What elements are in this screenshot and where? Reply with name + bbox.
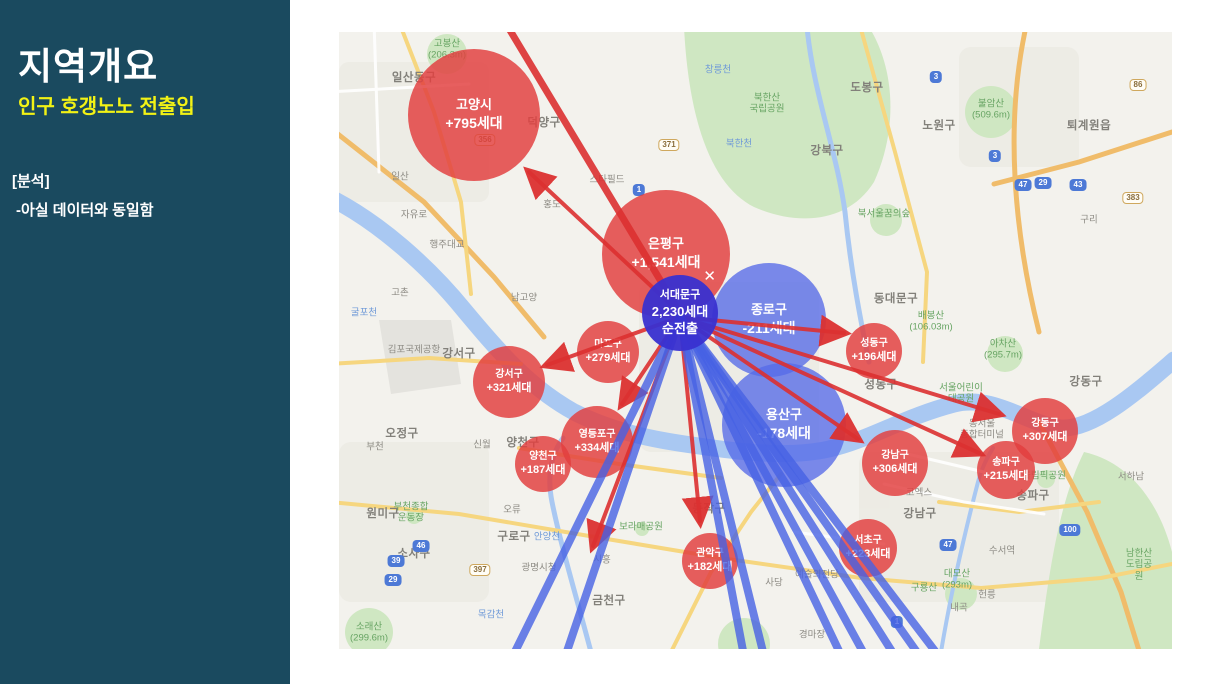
- migration-bubble[interactable]: 종로구 -211세대: [712, 263, 826, 377]
- close-icon[interactable]: ✕: [703, 267, 716, 287]
- bubble-name: 강동구: [1031, 418, 1059, 430]
- migration-bubble[interactable]: 성동구 +196세대: [846, 323, 902, 379]
- bubble-name: 관악구: [696, 548, 724, 560]
- bubble-value: -178세대: [757, 425, 811, 442]
- map-bubbles-layer: 고양시 +795세대 은평구 +1,541세대 마포구 +279세대 강서구 +321세대 양천…: [339, 32, 1172, 649]
- bubble-value: +1,541세대: [631, 254, 701, 271]
- bubble-name: 은평구: [648, 236, 684, 252]
- bubble-name: 고양시: [456, 97, 492, 113]
- map-canvas[interactable]: 일산동구고봉산 (206.3m)덕양구스타필드창릉천북한산 국립공원북한천도봉구…: [339, 32, 1172, 649]
- bubble-name: 양천구: [529, 451, 557, 463]
- bubble-name: 용산구: [766, 407, 802, 423]
- bubble-name: 강남구: [881, 450, 909, 462]
- center-bubble[interactable]: 서대문구 2,230세대 순전출 ✕: [642, 268, 718, 351]
- bubble-value: +307세대: [1022, 431, 1068, 444]
- bubble-value: +321세대: [486, 382, 532, 395]
- bubble-name: 강서구: [495, 369, 523, 381]
- bubble-value: +187세대: [520, 464, 566, 477]
- bubble-value: -211세대: [742, 320, 796, 337]
- migration-bubble[interactable]: 강서구 +321세대: [473, 346, 545, 418]
- bubble-name: 종로구: [751, 302, 787, 318]
- bubble-value: +196세대: [851, 351, 897, 364]
- migration-bubble[interactable]: 강동구 +307세대: [1012, 398, 1078, 464]
- center-bubble-value: 2,230세대: [651, 303, 709, 319]
- page-title: 지역개요: [18, 46, 159, 87]
- bubble-name: 영등포구: [578, 429, 616, 441]
- analysis-heading: [분석]: [12, 173, 50, 190]
- migration-bubble[interactable]: 영등포구 +334세대: [561, 406, 633, 478]
- migration-bubble[interactable]: 강남구 +306세대: [862, 430, 928, 496]
- bubble-name: 마포구: [594, 339, 622, 351]
- bubble-value: +182세대: [687, 561, 733, 574]
- migration-bubble[interactable]: 관악구 +182세대: [682, 533, 738, 589]
- sidebar: 지역개요 인구 호갱노노 전출입 [분석] -아실 데이터와 동일함: [0, 0, 290, 684]
- bubble-value: +306세대: [872, 463, 918, 476]
- analysis-note: -아실 데이터와 동일함: [16, 201, 154, 219]
- bubble-name: 성동구: [860, 338, 888, 350]
- page-subtitle: 인구 호갱노노 전출입: [18, 96, 195, 118]
- bubble-value: +795세대: [445, 115, 503, 132]
- bubble-name: 서초구: [854, 535, 882, 547]
- bubble-value: +223세대: [845, 548, 891, 561]
- migration-bubble[interactable]: 마포구 +279세대: [577, 321, 639, 383]
- bubble-name: 송파구: [992, 457, 1020, 469]
- slide: 지역개요 인구 호갱노노 전출입 [분석] -아실 데이터와 동일함 일산동구 …: [0, 0, 1216, 684]
- migration-bubble[interactable]: 용산구 -178세대: [722, 363, 846, 487]
- analysis-block: [분석] -아실 데이터와 동일함: [12, 168, 154, 225]
- center-bubble-note: 순전출: [662, 321, 698, 337]
- bubble-value: +215세대: [983, 470, 1029, 483]
- bubble-value: +334세대: [574, 442, 620, 455]
- bubble-value: +279세대: [585, 352, 631, 365]
- migration-bubble[interactable]: 서초구 +223세대: [839, 519, 897, 577]
- center-bubble-name: 서대문구: [659, 289, 701, 302]
- migration-bubble[interactable]: 고양시 +795세대: [408, 49, 540, 181]
